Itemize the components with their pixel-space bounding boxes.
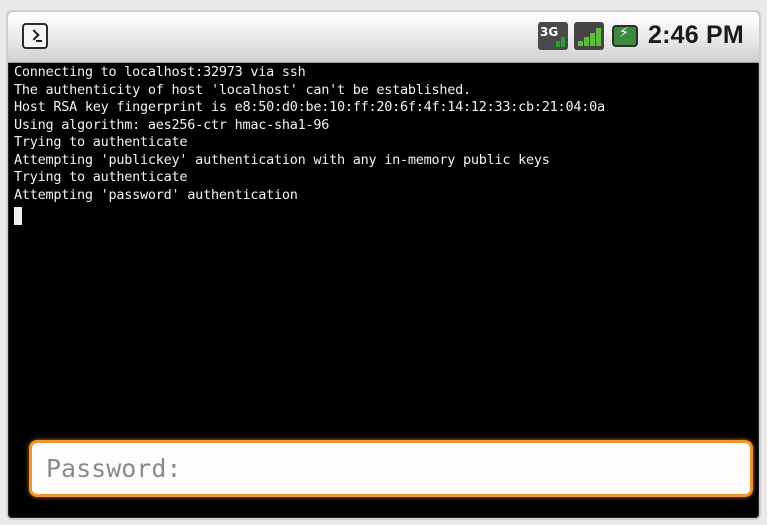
terminal-line: The authenticity of host 'localhost' can… — [14, 81, 471, 98]
signal-bars-icon — [574, 22, 604, 50]
clock: 2:46 PM — [648, 21, 744, 49]
battery-charging-icon — [612, 25, 638, 47]
terminal-notification-icon[interactable] — [22, 23, 48, 49]
terminal-cursor — [14, 207, 22, 225]
terminal-line: Connecting to localhost:32973 via ssh — [14, 64, 306, 80]
terminal-line: Host RSA key fingerprint is e8:50:d0:be:… — [14, 99, 605, 115]
terminal-output[interactable]: Connecting to localhost:32973 via ssh Th… — [14, 64, 754, 225]
network-3g-icon: 3G — [538, 22, 568, 50]
terminal-line: Trying to authenticate — [14, 134, 188, 150]
terminal-line: Attempting 'publickey' authentication wi… — [14, 151, 550, 168]
phone-screen: 3G 2:46 PM Connecting to localhost:32973… — [8, 12, 759, 518]
terminal-line: Trying to authenticate — [14, 169, 188, 185]
status-bar: 3G 2:46 PM — [8, 12, 759, 63]
network-label: 3G — [540, 25, 559, 39]
terminal-line: Attempting 'password' authentication — [14, 186, 298, 203]
password-input[interactable] — [29, 440, 753, 497]
terminal-line: Using algorithm: aes256-ctr hmac-sha1-96 — [14, 116, 330, 133]
